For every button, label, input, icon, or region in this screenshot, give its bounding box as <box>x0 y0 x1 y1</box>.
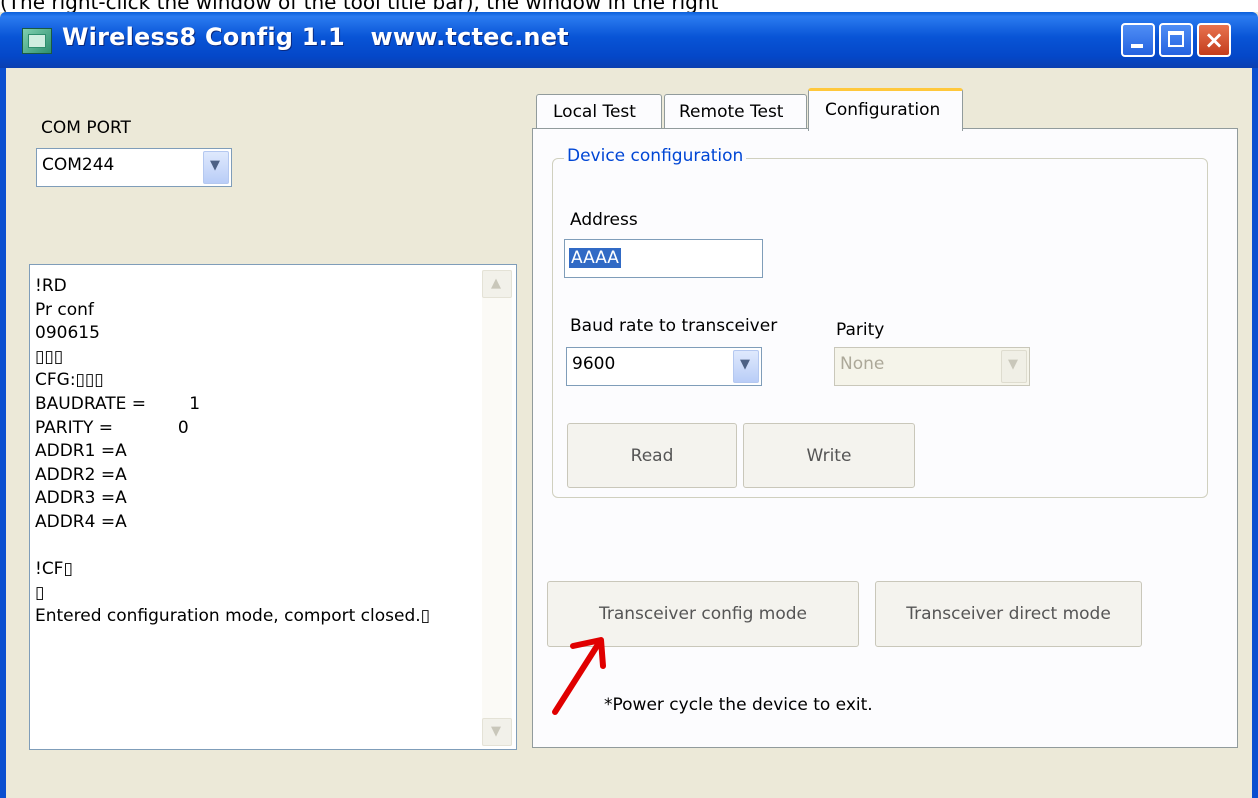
tab-label: Configuration <box>825 100 941 120</box>
scroll-down-button[interactable]: ▼ <box>482 718 512 746</box>
log-line: BAUDRATE = 1 <box>35 393 201 414</box>
log-output[interactable]: !RD Pr conf 090615 ▯▯▯ CFG:▯▯▯ BAUDRATE … <box>29 264 517 750</box>
minimize-icon <box>1131 44 1143 48</box>
com-port-select[interactable]: COM244 ▼ <box>36 148 232 187</box>
log-line: Entered configuration mode, comport clos… <box>35 606 430 627</box>
maximize-button[interactable] <box>1159 23 1193 57</box>
power-cycle-note: *Power cycle the device to exit. <box>604 695 873 715</box>
log-line: ▯ <box>35 582 45 603</box>
com-port-dropdown-button[interactable]: ▼ <box>203 151 229 184</box>
write-button-label: Write <box>806 446 852 466</box>
baud-rate-dropdown-button[interactable]: ▼ <box>733 350 759 383</box>
window-title: Wireless8 Config 1.1 www.tctec.net <box>62 23 569 51</box>
address-field[interactable]: AAAA <box>564 239 763 278</box>
log-line: !RD <box>35 276 67 296</box>
tab-local-test[interactable]: Local Test <box>536 94 662 129</box>
baud-rate-select[interactable]: 9600 ▼ <box>566 347 762 386</box>
chevron-down-icon: ▼ <box>491 724 501 739</box>
chevron-down-icon: ▼ <box>210 158 220 173</box>
address-label: Address <box>570 210 638 230</box>
scroll-up-button[interactable]: ▲ <box>482 270 512 298</box>
log-line: ADDR4 =A <box>35 511 127 532</box>
com-port-label: COM PORT <box>41 118 131 138</box>
log-line: ADDR1 =A <box>35 441 127 462</box>
com-port-value: COM244 <box>42 155 115 175</box>
tab-label: Remote Test <box>679 102 784 122</box>
window-border-right <box>1252 68 1258 798</box>
maximize-icon <box>1168 31 1184 47</box>
parity-dropdown-button[interactable]: ▼ <box>1001 350 1027 383</box>
read-button[interactable]: Read <box>567 423 737 488</box>
tab-configuration[interactable]: Configuration <box>808 88 963 131</box>
log-lines: !RD Pr conf 090615 ▯▯▯ CFG:▯▯▯ BAUDRATE … <box>35 275 430 629</box>
log-line: !CF▯ <box>35 559 73 580</box>
group-title: Device configuration <box>564 146 747 166</box>
title-bar[interactable]: Wireless8 Config 1.1 www.tctec.net × <box>0 12 1258 68</box>
log-line: Pr conf <box>35 299 94 320</box>
direct-mode-label: Transceiver direct mode <box>906 604 1111 624</box>
log-line: PARITY = 0 <box>35 417 189 438</box>
log-line: ADDR2 =A <box>35 464 127 485</box>
log-line: 090615 <box>35 323 100 344</box>
window-border-left <box>0 68 6 798</box>
log-line: ADDR3 =A <box>35 488 127 509</box>
close-button[interactable]: × <box>1197 23 1231 57</box>
write-button[interactable]: Write <box>743 423 915 488</box>
address-value: AAAA <box>569 248 621 268</box>
baud-rate-label: Baud rate to transceiver <box>570 316 778 336</box>
annotation-arrow-icon <box>552 637 606 715</box>
tab-label: Local Test <box>553 102 636 122</box>
chevron-up-icon: ▲ <box>491 276 501 291</box>
log-scrollbar[interactable]: ▲ ▼ <box>482 270 512 746</box>
app-icon <box>22 28 52 54</box>
parity-value: None <box>840 354 885 374</box>
chevron-down-icon: ▼ <box>740 357 750 372</box>
log-line: CFG:▯▯▯ <box>35 370 104 391</box>
baud-rate-value: 9600 <box>572 354 616 374</box>
tab-remote-test[interactable]: Remote Test <box>664 94 807 129</box>
log-line: ▯▯▯ <box>35 346 64 367</box>
chevron-down-icon: ▼ <box>1008 357 1018 372</box>
config-mode-label: Transceiver config mode <box>598 604 807 624</box>
parity-label: Parity <box>836 320 885 340</box>
close-icon: × <box>1204 26 1225 54</box>
read-button-label: Read <box>630 446 674 466</box>
parity-select[interactable]: None ▼ <box>834 347 1030 386</box>
top-caption: (The right-click the window of the tool … <box>0 0 1258 12</box>
transceiver-direct-mode-button[interactable]: Transceiver direct mode <box>875 581 1142 647</box>
minimize-button[interactable] <box>1121 23 1155 57</box>
